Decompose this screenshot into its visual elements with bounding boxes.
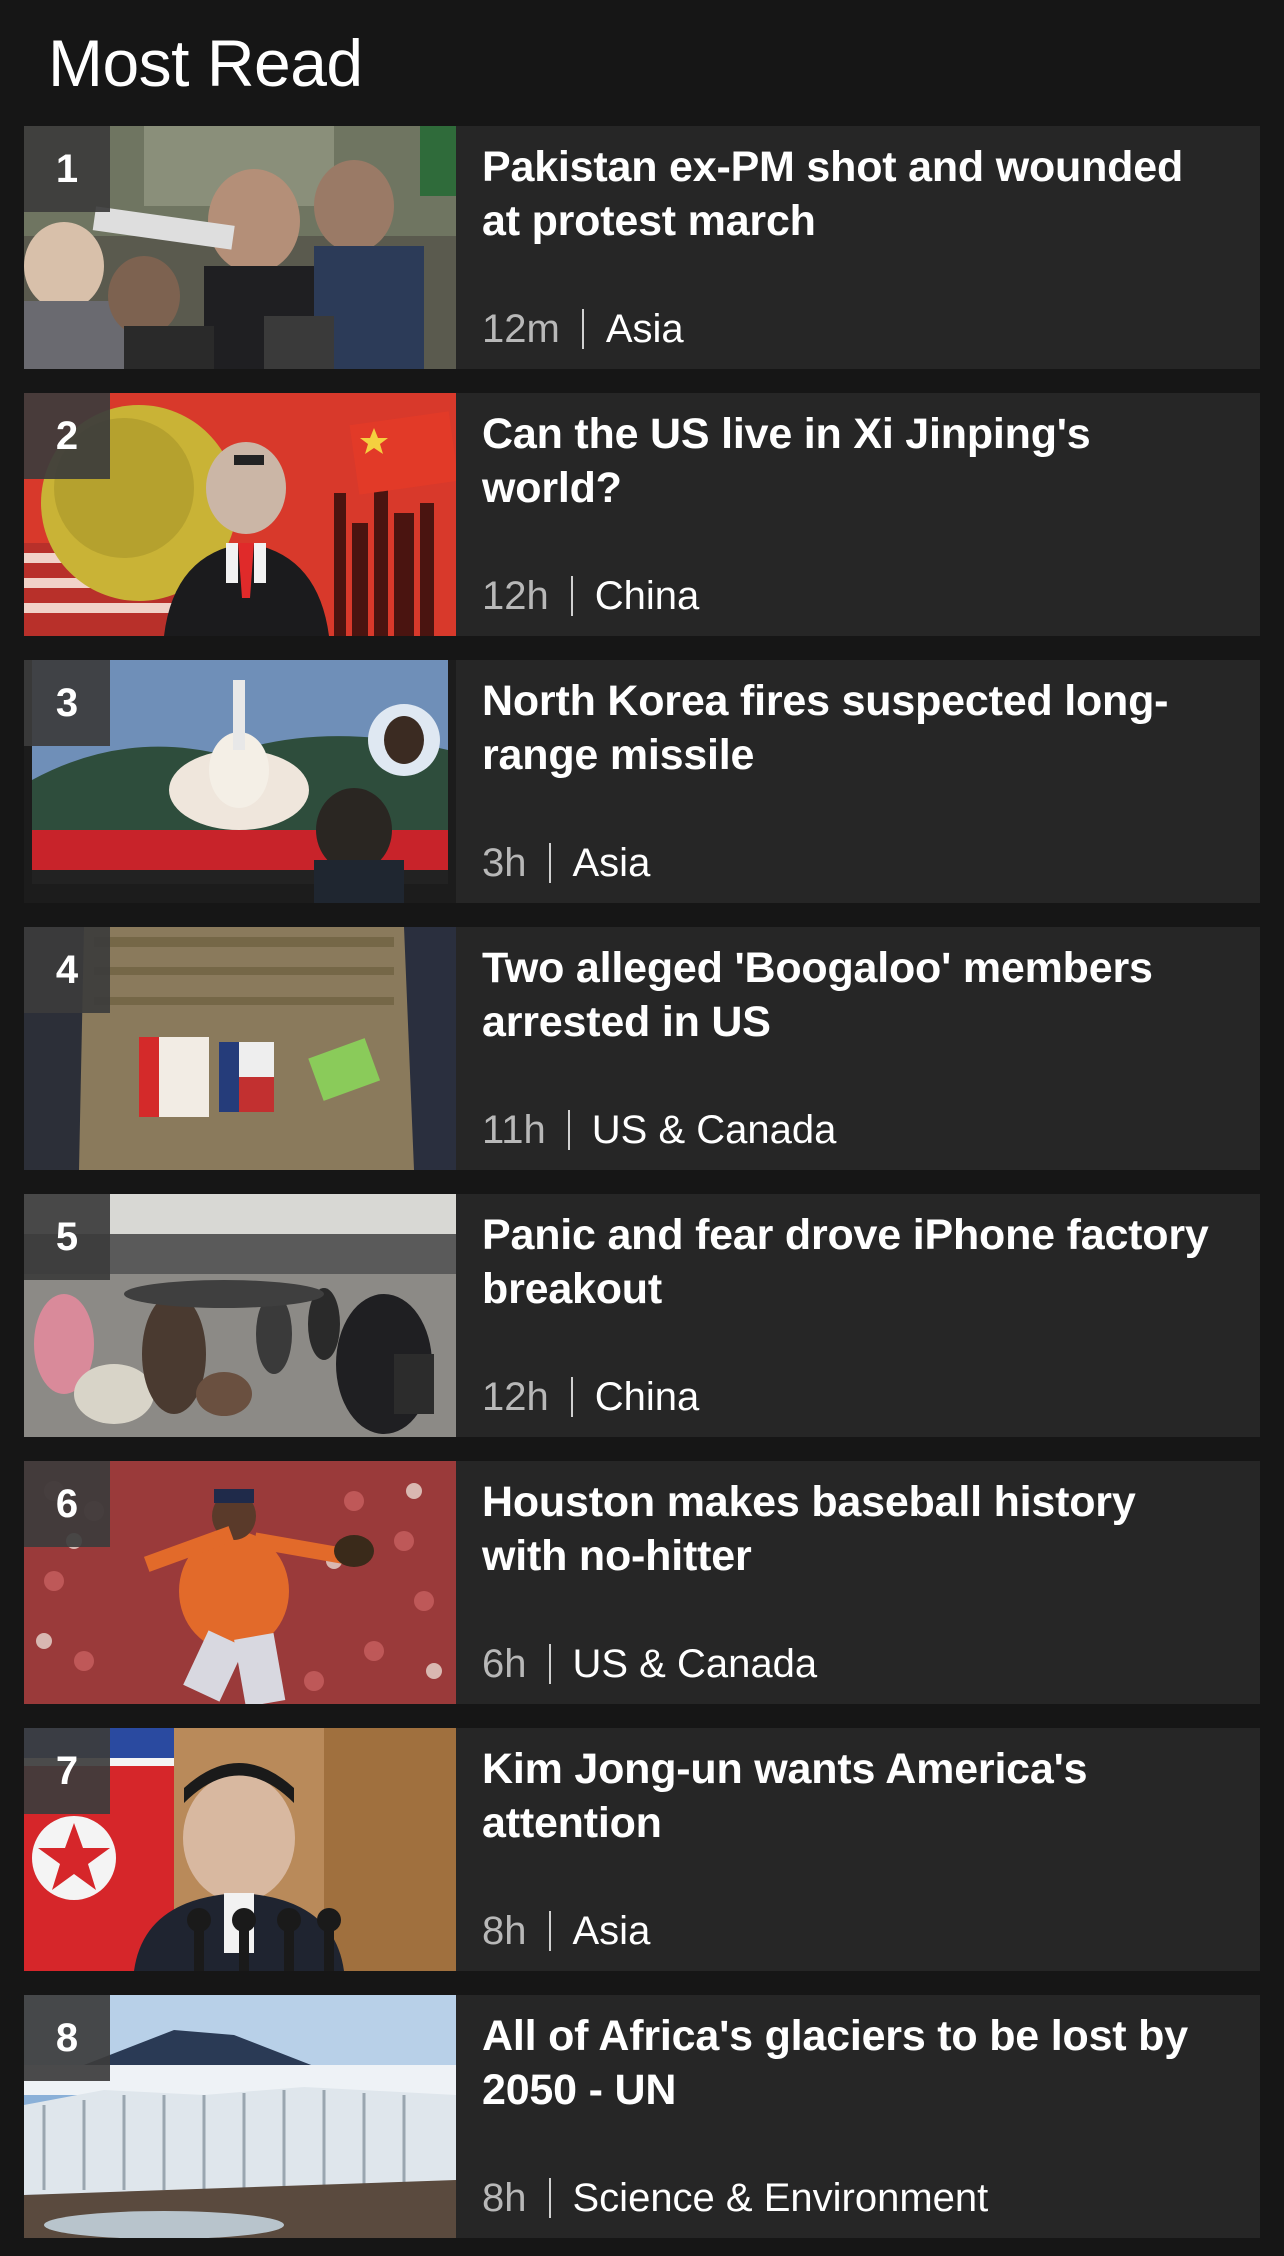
- article-thumbnail[interactable]: 4: [24, 927, 456, 1170]
- article-topic[interactable]: US & Canada: [573, 1638, 818, 1690]
- article-meta: 11h US & Canada: [482, 1104, 836, 1156]
- article-headline[interactable]: Can the US live in Xi Jinping's world?: [482, 407, 1230, 515]
- article-headline[interactable]: Pakistan ex-PM shot and wounded at prote…: [482, 140, 1230, 248]
- article-meta: 8h Science & Environment: [482, 2172, 988, 2224]
- article-thumbnail[interactable]: 5: [24, 1194, 456, 1437]
- article-topic[interactable]: Asia: [606, 303, 684, 355]
- rank-badge: 8: [24, 1995, 110, 2081]
- article-thumbnail[interactable]: 3: [24, 660, 456, 903]
- article-time: 8h: [482, 2176, 527, 2220]
- article-headline[interactable]: Houston makes baseball history with no-h…: [482, 1475, 1230, 1583]
- article-meta: 3h Asia: [482, 837, 650, 889]
- article-thumbnail[interactable]: 6: [24, 1461, 456, 1704]
- most-read-page: Most Read 1 Pakistan ex-PM shot and woun…: [0, 0, 1284, 2256]
- article-time: 3h: [482, 841, 527, 885]
- list-item[interactable]: 8 All of Africa's glaciers to be lost by…: [24, 1995, 1260, 2238]
- article-text: All of Africa's glaciers to be lost by 2…: [456, 1995, 1260, 2238]
- article-thumbnail[interactable]: 7: [24, 1728, 456, 1971]
- article-time: 12h: [482, 1375, 549, 1419]
- rank-badge: 1: [24, 126, 110, 212]
- article-headline[interactable]: All of Africa's glaciers to be lost by 2…: [482, 2009, 1230, 2117]
- article-meta: 12h China: [482, 1371, 699, 1423]
- article-text: Two alleged 'Boogaloo' members arrested …: [456, 927, 1260, 1170]
- article-topic[interactable]: Science & Environment: [573, 2172, 989, 2224]
- list-item[interactable]: 5 Panic and fear drove iPhone factory br…: [24, 1194, 1260, 1437]
- article-topic[interactable]: Asia: [573, 837, 651, 889]
- article-headline[interactable]: Kim Jong-un wants America's attention: [482, 1742, 1230, 1850]
- section-title: Most Read: [48, 26, 363, 100]
- article-text: Kim Jong-un wants America's attention 8h…: [456, 1728, 1260, 1971]
- meta-divider: [548, 843, 551, 883]
- article-text: North Korea fires suspected long-range m…: [456, 660, 1260, 903]
- article-time: 11h: [482, 1108, 546, 1152]
- rank-badge: 2: [24, 393, 110, 479]
- meta-divider: [548, 1644, 551, 1684]
- meta-divider: [567, 1110, 570, 1150]
- article-text: Can the US live in Xi Jinping's world? 1…: [456, 393, 1260, 636]
- list-item[interactable]: 3 North Korea fires suspected long-range…: [24, 660, 1260, 903]
- meta-divider: [570, 1377, 573, 1417]
- article-thumbnail[interactable]: 2: [24, 393, 456, 636]
- meta-divider: [548, 1911, 551, 1951]
- article-topic[interactable]: US & Canada: [592, 1104, 837, 1156]
- article-topic[interactable]: Asia: [573, 1905, 651, 1957]
- list-item[interactable]: 2 Can the US live in Xi Jinping's world?…: [24, 393, 1260, 636]
- article-thumbnail[interactable]: 1: [24, 126, 456, 369]
- article-headline[interactable]: North Korea fires suspected long-range m…: [482, 674, 1230, 782]
- article-text: Panic and fear drove iPhone factory brea…: [456, 1194, 1260, 1437]
- article-thumbnail[interactable]: 8: [24, 1995, 456, 2238]
- rank-badge: 4: [24, 927, 110, 1013]
- article-headline[interactable]: Two alleged 'Boogaloo' members arrested …: [482, 941, 1230, 1049]
- list-item[interactable]: 6 Houston makes baseball history with no…: [24, 1461, 1260, 1704]
- article-time: 8h: [482, 1909, 527, 1953]
- meta-divider: [570, 576, 573, 616]
- rank-badge: 7: [24, 1728, 110, 1814]
- article-text: Pakistan ex-PM shot and wounded at prote…: [456, 126, 1260, 369]
- article-topic[interactable]: China: [595, 1371, 700, 1423]
- article-meta: 12h China: [482, 570, 699, 622]
- article-time: 12h: [482, 574, 549, 618]
- list-item[interactable]: 1 Pakistan ex-PM shot and wounded at pro…: [24, 126, 1260, 369]
- article-time: 12m: [482, 307, 560, 351]
- meta-divider: [548, 2178, 551, 2218]
- article-meta: 6h US & Canada: [482, 1638, 817, 1690]
- most-read-list: 1 Pakistan ex-PM shot and wounded at pro…: [24, 126, 1260, 2238]
- article-meta: 8h Asia: [482, 1905, 650, 1957]
- article-headline[interactable]: Panic and fear drove iPhone factory brea…: [482, 1208, 1230, 1316]
- article-text: Houston makes baseball history with no-h…: [456, 1461, 1260, 1704]
- list-item[interactable]: 7 Kim Jong-un wants America's attention …: [24, 1728, 1260, 1971]
- rank-badge: 6: [24, 1461, 110, 1547]
- rank-badge: 3: [24, 660, 110, 746]
- article-time: 6h: [482, 1642, 527, 1686]
- meta-divider: [581, 309, 584, 349]
- list-item[interactable]: 4 Two alleged 'Boogaloo' members arreste…: [24, 927, 1260, 1170]
- rank-badge: 5: [24, 1194, 110, 1280]
- article-topic[interactable]: China: [595, 570, 700, 622]
- article-meta: 12m Asia: [482, 303, 684, 355]
